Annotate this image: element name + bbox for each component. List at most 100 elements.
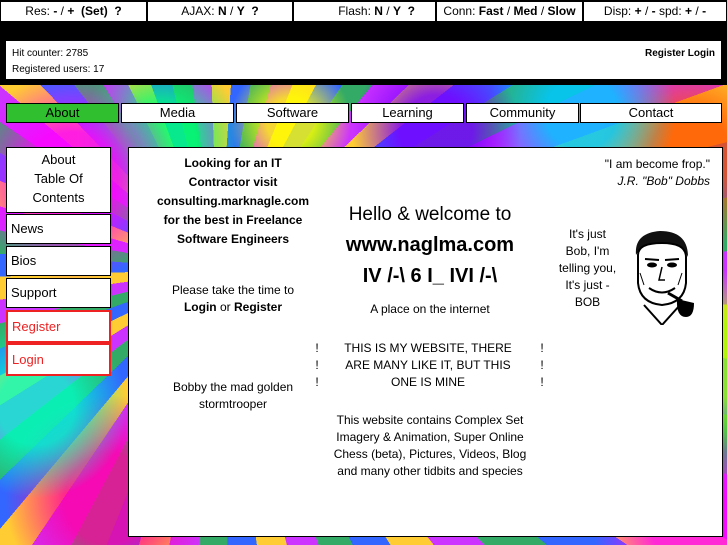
conn-separator: / — [540, 4, 545, 18]
display-control: Disp: + / - spd: + / - — [583, 1, 727, 22]
sidebar-about-line3: Contents — [32, 190, 85, 205]
bang: ! — [540, 358, 544, 372]
description-line: This website contains Complex Set — [336, 413, 524, 427]
registered-users-count: Registered users: 17 — [12, 64, 105, 75]
contractor-ad[interactable]: Looking for an IT Contractor visit consu… — [133, 154, 333, 249]
contractor-line: consulting.marknagle.com — [156, 194, 310, 208]
contractor-line: for the best in Freelance — [163, 213, 303, 227]
contractor-line: Looking for an IT — [184, 156, 282, 170]
sidebar-item-label: Login — [12, 352, 44, 367]
res-set-button[interactable]: (Set) — [81, 4, 108, 18]
site-name-ascii: IV /-\ 6 I_ IVI /-\ — [362, 265, 498, 287]
welcome-heading: Hello & welcome to — [348, 204, 512, 225]
bang: ! — [315, 341, 319, 355]
bob-line: BOB — [574, 295, 601, 309]
bang: ! — [315, 375, 319, 389]
ajax-help-icon[interactable]: ? — [251, 4, 258, 18]
ajax-label: AJAX: — [181, 4, 215, 18]
or-text: or — [219, 300, 231, 314]
res-decrease-button[interactable]: - — [53, 4, 57, 18]
register-link-main[interactable]: Register — [234, 300, 282, 314]
sidebar-item-support[interactable]: Support — [6, 278, 111, 308]
description-line: Imagery & Animation, Super Online — [336, 430, 524, 444]
bob-line: telling you, — [558, 261, 617, 275]
creed-text: THIS IS MY WEBSITE, THERE ARE MANY LIKE … — [327, 340, 529, 391]
res-increase-button[interactable]: + — [67, 4, 74, 18]
tab-community[interactable]: Community — [466, 103, 579, 123]
bob-line: It's just — [569, 227, 606, 241]
flash-separator: / — [386, 4, 390, 18]
login-prompt: Please take the time to Login or Registe… — [133, 282, 333, 316]
res-control: Res: - / + (Set) ? — [0, 1, 147, 22]
speed-increase-button[interactable]: + — [685, 4, 692, 18]
disp-increase-button[interactable]: + — [635, 4, 642, 18]
disp-separator: / — [644, 4, 649, 18]
tab-media[interactable]: Media — [121, 103, 234, 123]
speed-label: spd: — [659, 4, 682, 18]
hit-counter: Hit counter: 2785 — [12, 48, 89, 59]
bob-caption: It's just Bob, I'm telling you, It's jus… — [550, 226, 625, 311]
conn-slow-button[interactable]: Slow — [548, 4, 576, 18]
description-line: and many other tidbits and species — [337, 464, 523, 478]
ajax-yes-button[interactable]: Y — [237, 4, 245, 18]
account-links: Register Login — [645, 48, 715, 59]
sidebar-item-label: News — [11, 221, 44, 236]
exclamation-right: ! ! ! — [537, 340, 547, 391]
creed-line: ONE IS MINE — [390, 375, 465, 389]
sidebar-item-news[interactable]: News — [6, 214, 111, 244]
ajax-separator: / — [230, 4, 234, 18]
caption-line: Bobby the mad golden — [172, 380, 294, 394]
ajax-control: AJAX: N / Y ? — [147, 1, 293, 22]
speed-decrease-button[interactable]: - — [702, 4, 706, 18]
bob-dobbs-portrait — [635, 231, 694, 325]
flash-help-icon[interactable]: ? — [408, 4, 415, 18]
flash-label: Flash: — [338, 4, 371, 18]
bob-line: Bob, I'm — [565, 244, 610, 258]
speed-separator: / — [695, 4, 699, 18]
flash-no-button[interactable]: N — [374, 4, 383, 18]
conn-med-button[interactable]: Med — [514, 4, 538, 18]
sidebar-item-register[interactable]: Register — [6, 310, 111, 343]
sidebar-item-label: Register — [12, 319, 61, 334]
ajax-no-button[interactable]: N — [218, 4, 227, 18]
creed-line: THIS IS MY WEBSITE, THERE — [344, 341, 512, 355]
login-link[interactable]: Login — [688, 48, 715, 59]
contractor-line: Contractor visit — [188, 175, 278, 189]
tagline: A place on the internet — [370, 302, 490, 316]
bob-line: It's just - — [565, 278, 610, 292]
description-line: Chess (beta), Pictures, Videos, Blog — [333, 447, 527, 461]
sidebar-about-line2: Table Of — [34, 171, 83, 186]
sidebar-item-login[interactable]: Login — [6, 343, 111, 376]
bang: ! — [315, 358, 319, 372]
register-link[interactable]: Register — [645, 48, 685, 59]
sidebar-about-line1: About — [41, 152, 76, 167]
flash-yes-button[interactable]: Y — [393, 4, 401, 18]
tab-contact[interactable]: Contact — [580, 103, 722, 123]
top-settings-bar: Res: - / + (Set) ? AJAX: N / Y ? Flash: … — [0, 0, 727, 22]
sidebar-item-bios[interactable]: Bios — [6, 246, 111, 276]
tab-learning[interactable]: Learning — [351, 103, 464, 123]
quote-author: J.R. "Bob" Dobbs — [617, 174, 710, 188]
bang: ! — [540, 341, 544, 355]
tab-software[interactable]: Software — [236, 103, 349, 123]
res-help-icon[interactable]: ? — [114, 4, 121, 18]
caption-line: stormtrooper — [198, 397, 268, 411]
conn-fast-button[interactable]: Fast — [479, 4, 504, 18]
site-contents-description: This website contains Complex Set Imager… — [310, 412, 550, 480]
creed-line: ARE MANY LIKE IT, BUT THIS — [345, 358, 511, 372]
contractor-line: Software Engineers — [176, 232, 290, 246]
sidebar-item-label: Bios — [11, 253, 37, 268]
quote-text: "I am become frop." — [604, 157, 710, 171]
login-prompt-text: Please take the time to — [171, 283, 295, 297]
flash-control: Flash: N / Y ? — [293, 1, 436, 22]
login-link-main[interactable]: Login — [184, 300, 217, 314]
disp-decrease-button[interactable]: - — [652, 4, 656, 18]
site-stats-panel: Hit counter: 2785 Registered users: 17 R… — [5, 40, 722, 80]
stormtrooper-caption: Bobby the mad golden stormtrooper — [133, 379, 333, 413]
res-label: Res: — [25, 4, 50, 18]
sidebar-item-label: Support — [11, 285, 57, 300]
connection-control: Conn: Fast / Med / Slow — [436, 1, 583, 22]
header-spacer — [0, 22, 727, 40]
sidebar-item-about-toc[interactable]: About Table Of Contents — [6, 147, 111, 213]
tab-about[interactable]: About — [6, 103, 119, 123]
